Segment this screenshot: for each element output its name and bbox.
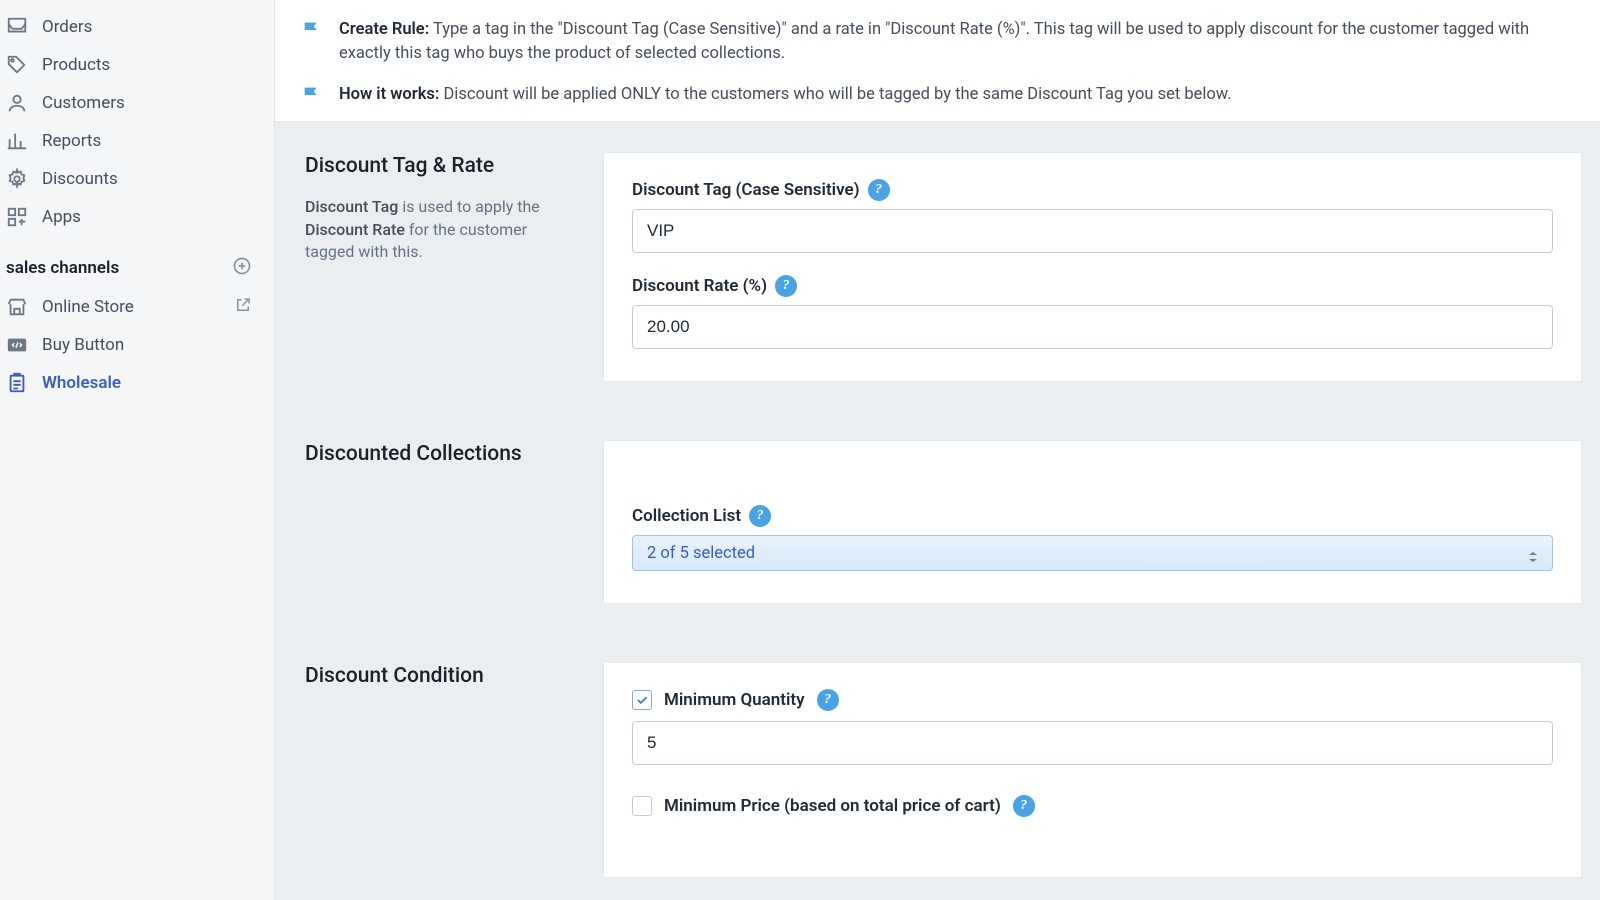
info-create-rule: Create Rule: Type a tag in the "Discount… xyxy=(301,18,1574,67)
info-how-it-works: How it works: Discount will be applied O… xyxy=(301,83,1574,107)
info-text: Create Rule: Type a tag in the "Discount… xyxy=(339,18,1574,67)
field-label: Minimum Quantity xyxy=(664,690,805,710)
sidebar-item-label: Customers xyxy=(42,93,125,113)
external-link-icon[interactable] xyxy=(234,296,252,318)
sidebar-item-label: Buy Button xyxy=(42,335,124,355)
sidebar-item-label: Apps xyxy=(42,207,81,227)
sidebar-item-label: Discounts xyxy=(42,169,118,189)
sidebar-item-label: Online Store xyxy=(42,297,134,317)
card-tag-rate: Discount Tag (Case Sensitive) ? Discount… xyxy=(603,152,1582,382)
section-title: sales channels xyxy=(6,258,119,278)
sidebar-item-wholesale[interactable]: Wholesale xyxy=(0,364,274,402)
field-minimum-quantity: Minimum Quantity ? xyxy=(632,689,1553,765)
section-title: Discount Tag & Rate xyxy=(305,154,579,178)
help-icon[interactable]: ? xyxy=(749,505,771,527)
help-icon[interactable]: ? xyxy=(1013,795,1035,817)
gear-icon xyxy=(6,168,28,190)
info-label: Create Rule: xyxy=(339,20,429,39)
help-icon[interactable]: ? xyxy=(775,275,797,297)
sidebar-item-customers[interactable]: Customers xyxy=(0,84,274,122)
info-banner: Create Rule: Type a tag in the "Discount… xyxy=(275,0,1600,122)
store-icon xyxy=(6,296,28,318)
flag-icon xyxy=(301,19,323,41)
sidebar-item-label: Orders xyxy=(42,17,92,37)
select-value: 2 of 5 selected xyxy=(647,544,755,563)
field-label: Minimum Price (based on total price of c… xyxy=(664,796,1001,816)
sidebar-item-label: Products xyxy=(42,55,110,75)
min-qty-checkbox[interactable] xyxy=(632,690,652,710)
section-discount-tag-rate: Discount Tag & Rate Discount Tag is used… xyxy=(275,122,1600,382)
inbox-icon xyxy=(6,16,28,38)
field-minimum-price: Minimum Price (based on total price of c… xyxy=(632,795,1553,817)
section-heading-block: Discount Condition xyxy=(305,662,603,878)
sidebar-item-apps[interactable]: Apps xyxy=(0,198,274,236)
sidebar-item-discounts[interactable]: Discounts xyxy=(0,160,274,198)
sidebar-item-label: Reports xyxy=(42,131,101,151)
sidebar-item-label: Wholesale xyxy=(42,373,121,393)
field-discount-rate: Discount Rate (%) ? xyxy=(632,275,1553,349)
section-heading-block: Discount Tag & Rate Discount Tag is used… xyxy=(305,152,603,382)
flag-icon xyxy=(301,84,323,106)
field-label: Discount Tag (Case Sensitive) xyxy=(632,180,860,200)
section-discounted-collections: Discounted Collections Collection List ?… xyxy=(275,410,1600,604)
discount-rate-input[interactable] xyxy=(632,305,1553,349)
sidebar-item-products[interactable]: Products xyxy=(0,46,274,84)
person-icon xyxy=(6,92,28,114)
collection-list-select[interactable]: 2 of 5 selected xyxy=(632,535,1553,571)
info-body: Type a tag in the "Discount Tag (Case Se… xyxy=(339,20,1529,63)
caret-icon xyxy=(1528,548,1538,558)
section-description: Discount Tag is used to apply the Discou… xyxy=(305,196,579,263)
min-qty-input[interactable] xyxy=(632,721,1553,765)
min-price-checkbox[interactable] xyxy=(632,796,652,816)
help-icon[interactable]: ? xyxy=(817,689,839,711)
main-content: Create Rule: Type a tag in the "Discount… xyxy=(274,0,1600,900)
section-discount-condition: Discount Condition Minimum Quantity ? Mi… xyxy=(275,632,1600,878)
card-collections: Collection List ? 2 of 5 selected xyxy=(603,440,1582,604)
section-title: Discounted Collections xyxy=(305,442,579,466)
help-icon[interactable]: ? xyxy=(868,179,890,201)
sidebar-item-orders[interactable]: Orders xyxy=(0,8,274,46)
code-icon xyxy=(6,334,28,356)
tag-icon xyxy=(6,54,28,76)
info-body: Discount will be applied ONLY to the cus… xyxy=(439,85,1231,104)
info-label: How it works: xyxy=(339,85,439,104)
section-heading-block: Discounted Collections xyxy=(305,440,603,604)
card-condition: Minimum Quantity ? Minimum Price (based … xyxy=(603,662,1582,878)
field-label: Discount Rate (%) xyxy=(632,276,767,296)
field-label: Collection List xyxy=(632,506,741,526)
add-channel-icon[interactable] xyxy=(232,256,252,280)
field-collection-list: Collection List ? 2 of 5 selected xyxy=(632,505,1553,571)
sidebar-item-reports[interactable]: Reports xyxy=(0,122,274,160)
sidebar-item-online-store[interactable]: Online Store xyxy=(0,288,274,326)
info-text: How it works: Discount will be applied O… xyxy=(339,83,1232,107)
section-title: Discount Condition xyxy=(305,664,579,688)
sales-channels-header: sales channels xyxy=(0,236,274,288)
bar-icon xyxy=(6,130,28,152)
grid-icon xyxy=(6,206,28,228)
sidebar-item-buy-button[interactable]: Buy Button xyxy=(0,326,274,364)
sidebar: Orders Products Customers Reports Discou… xyxy=(0,0,274,900)
clipboard-icon xyxy=(6,372,28,394)
discount-tag-input[interactable] xyxy=(632,209,1553,253)
field-discount-tag: Discount Tag (Case Sensitive) ? xyxy=(632,179,1553,253)
